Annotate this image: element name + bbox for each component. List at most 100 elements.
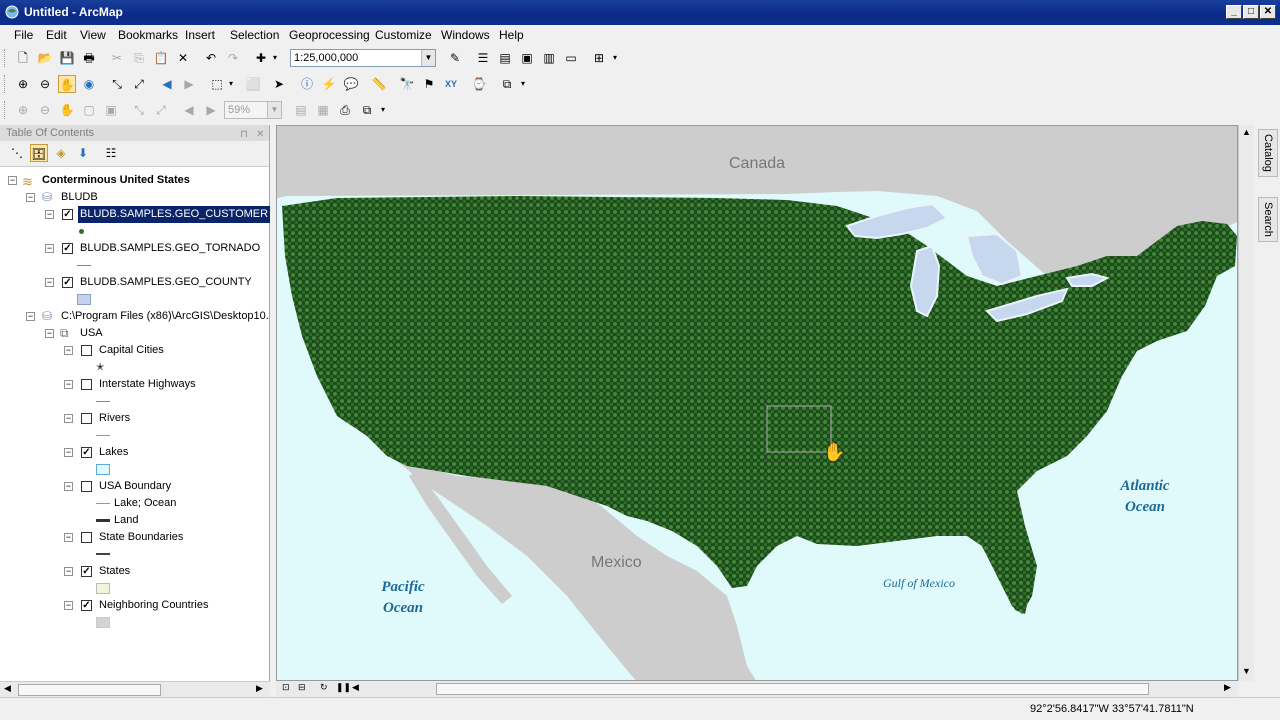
layer-visibility-checkbox[interactable] xyxy=(81,481,92,492)
toolbar-grip[interactable] xyxy=(4,101,7,119)
menu-edit[interactable]: Edit xyxy=(46,28,67,42)
collapse-icon[interactable]: − xyxy=(45,210,54,219)
back-arrow-icon[interactable]: ◀ xyxy=(158,75,176,93)
layer-visibility-checkbox[interactable] xyxy=(81,413,92,424)
chevron-down-icon[interactable]: ▼ xyxy=(267,102,281,118)
menu-file[interactable]: File xyxy=(14,28,33,42)
modelbuilder-icon[interactable]: ⊞ xyxy=(590,49,608,67)
cut-icon[interactable]: ✂ xyxy=(108,49,126,67)
layer-visibility-checkbox[interactable]: ✓ xyxy=(81,600,92,611)
find-route-icon[interactable]: ⚑ xyxy=(420,75,438,93)
menu-customize[interactable]: Customize xyxy=(375,28,432,42)
select-elements-arrow-icon[interactable]: ➤ xyxy=(270,75,288,93)
scroll-down-icon[interactable]: ▼ xyxy=(1242,666,1251,676)
map-scale-combo[interactable]: 1:25,000,000 ▼ xyxy=(290,49,436,67)
collapse-icon[interactable]: − xyxy=(26,193,35,202)
zoom-out-icon[interactable]: ⊖ xyxy=(36,75,54,93)
collapse-icon[interactable]: − xyxy=(26,312,35,321)
collapse-icon[interactable]: − xyxy=(45,244,54,253)
arctoolbox-icon[interactable]: ▥ xyxy=(540,49,558,67)
print-icon[interactable]: 🖶 xyxy=(80,49,98,67)
refresh-view-icon[interactable]: ↻ xyxy=(320,682,328,693)
menu-help[interactable]: Help xyxy=(499,28,524,42)
scroll-up-icon[interactable]: ▲ xyxy=(1242,127,1251,137)
scroll-left-icon[interactable]: ◀ xyxy=(352,682,359,693)
copy-icon[interactable]: ⎘ xyxy=(130,49,148,67)
previous-extent-icon[interactable]: ◀ xyxy=(180,101,198,119)
close-button[interactable]: ✕ xyxy=(1260,5,1276,19)
collapse-icon[interactable]: − xyxy=(64,533,73,542)
zoom-100-icon[interactable]: ▣ xyxy=(102,101,120,119)
zoom-in-icon[interactable]: ⊕ xyxy=(14,75,32,93)
collapse-icon[interactable]: − xyxy=(64,482,73,491)
layer-row-interstate-highways[interactable]: − Interstate Highways xyxy=(0,376,270,393)
layout-zoom-out-icon[interactable]: ⊖ xyxy=(36,101,54,119)
layer-row-neighboring-countries[interactable]: − ✓ Neighboring Countries xyxy=(0,597,270,614)
list-by-source-icon[interactable]: 🗄 xyxy=(30,144,48,162)
scroll-left-icon[interactable]: ◀ xyxy=(4,683,11,694)
menu-windows[interactable]: Windows xyxy=(441,28,490,42)
select-features-icon[interactable]: ⬚ xyxy=(208,75,226,93)
python-window-icon[interactable]: ▭ xyxy=(562,49,580,67)
clear-selection-icon[interactable]: ⬜ xyxy=(244,75,262,93)
layer-visibility-checkbox[interactable]: ✓ xyxy=(81,447,92,458)
identify-icon[interactable]: ⓘ xyxy=(298,75,316,93)
editor-toolbar-icon[interactable]: ✎ xyxy=(446,49,464,67)
search-side-tab[interactable]: Search xyxy=(1258,197,1278,242)
scrollbar-thumb[interactable] xyxy=(436,683,1149,695)
scroll-right-icon[interactable]: ▶ xyxy=(256,683,263,694)
layer-visibility-checkbox[interactable] xyxy=(81,532,92,543)
layer-visibility-checkbox[interactable]: ✓ xyxy=(62,209,73,220)
layer-row-states[interactable]: − ✓ States xyxy=(0,563,270,580)
toolbar-overflow-icon[interactable]: ▾ xyxy=(610,49,620,67)
find-binoculars-icon[interactable]: 🔭 xyxy=(398,75,416,93)
collapse-icon[interactable]: − xyxy=(64,414,73,423)
layer-row-state-boundaries[interactable]: − State Boundaries xyxy=(0,529,270,546)
collapse-icon[interactable]: − xyxy=(64,448,73,457)
next-extent-icon[interactable]: ▶ xyxy=(202,101,220,119)
pause-drawing-icon[interactable]: ❚❚ xyxy=(336,682,351,693)
layer-row-geo-county[interactable]: − ✓ BLUDB.SAMPLES.GEO_COUNTY xyxy=(0,274,270,291)
fixed-zoom-in-icon[interactable]: ⤡ xyxy=(108,75,126,93)
map-view[interactable]: Canada Mexico Pacific Ocean Atlantic Oce… xyxy=(276,125,1238,681)
map-vertical-scrollbar[interactable]: ▲ ▼ xyxy=(1238,125,1254,681)
pan-hand-icon[interactable]: ✋ xyxy=(58,75,76,93)
scroll-right-icon[interactable]: ▶ xyxy=(1224,682,1231,693)
add-data-icon[interactable]: ✚ xyxy=(252,49,270,67)
toc-options-icon[interactable]: ☷ xyxy=(102,144,120,162)
layout-pan-icon[interactable]: ✋ xyxy=(58,101,76,119)
layer-row-geo-customer[interactable]: − ✓ BLUDB.SAMPLES.GEO_CUSTOMER xyxy=(0,206,270,223)
collapse-icon[interactable]: − xyxy=(64,346,73,355)
layer-visibility-checkbox[interactable]: ✓ xyxy=(62,243,73,254)
menu-geoprocessing[interactable]: Geoprocessing xyxy=(289,28,370,42)
menu-bookmarks[interactable]: Bookmarks xyxy=(118,28,178,42)
menu-selection[interactable]: Selection xyxy=(230,28,279,42)
layer-visibility-checkbox[interactable]: ✓ xyxy=(62,277,73,288)
collapse-icon[interactable]: − xyxy=(64,601,73,610)
redo-icon[interactable]: ↷ xyxy=(224,49,242,67)
select-dropdown-icon[interactable]: ▾ xyxy=(226,75,236,93)
toolbar-overflow-icon[interactable]: ▾ xyxy=(518,75,528,93)
group-row-usa[interactable]: − ⧉ USA xyxy=(0,325,270,342)
time-slider-icon[interactable]: ⌚ xyxy=(470,75,488,93)
layer-row-geo-tornado[interactable]: − ✓ BLUDB.SAMPLES.GEO_TORNADO xyxy=(0,240,270,257)
collapse-icon[interactable]: − xyxy=(8,176,17,185)
toggle-draft-mode-icon[interactable]: ▤ xyxy=(292,101,310,119)
new-document-icon[interactable]: 🗋 xyxy=(14,49,32,67)
paste-icon[interactable]: 📋 xyxy=(152,49,170,67)
dataframe-row[interactable]: − ≋ Conterminous United States xyxy=(0,172,270,189)
go-to-xy-icon[interactable]: XY xyxy=(442,75,460,93)
save-icon[interactable]: 💾 xyxy=(58,49,76,67)
layer-row-lakes[interactable]: − ✓ Lakes xyxy=(0,444,270,461)
menu-view[interactable]: View xyxy=(80,28,106,42)
layer-row-capital-cities[interactable]: − Capital Cities xyxy=(0,342,270,359)
collapse-icon[interactable]: − xyxy=(45,278,54,287)
measure-icon[interactable]: 📏 xyxy=(370,75,388,93)
chevron-down-icon[interactable]: ▼ xyxy=(421,50,435,66)
layer-visibility-checkbox[interactable] xyxy=(81,379,92,390)
toolbar-grip[interactable] xyxy=(4,75,7,93)
data-view-icon[interactable]: ⊡ xyxy=(282,682,290,693)
collapse-icon[interactable]: − xyxy=(64,567,73,576)
maximize-button[interactable]: □ xyxy=(1243,5,1259,19)
add-data-dropdown-icon[interactable]: ▾ xyxy=(270,49,280,67)
